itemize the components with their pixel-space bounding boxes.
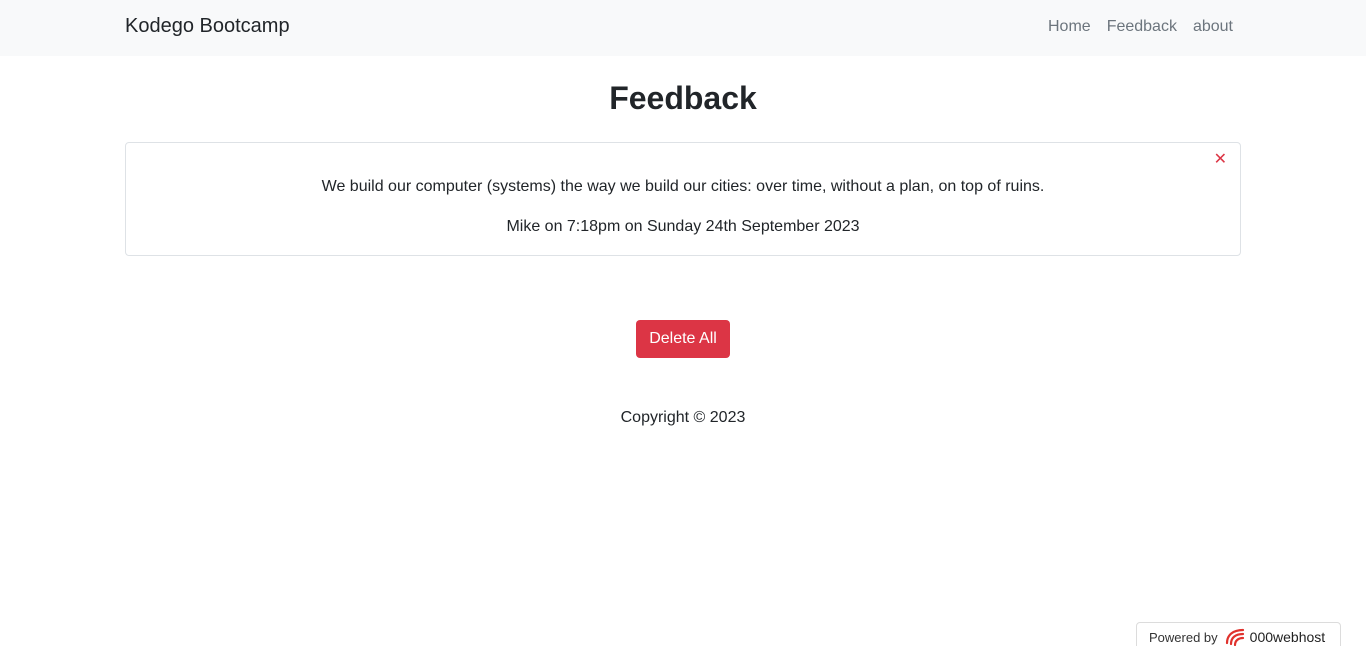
feedback-text: We build our computer (systems) the way … — [321, 178, 1045, 195]
feedback-card: ✕ We build our computer (systems) the wa… — [125, 142, 1241, 256]
delete-feedback-close-icon[interactable]: ✕ — [1214, 150, 1227, 170]
nav-links: Home Feedback about — [1048, 18, 1233, 36]
brand-link[interactable]: Kodego Bootcamp — [125, 15, 290, 38]
footer-copyright: Copyright © 2023 — [620, 409, 746, 426]
feedback-meta: Mike on 7:18pm on Sunday 24th September … — [506, 218, 860, 235]
delete-all-button[interactable]: Delete All — [636, 320, 730, 358]
nav-link-feedback[interactable]: Feedback — [1107, 18, 1177, 36]
nav-link-home[interactable]: Home — [1048, 18, 1091, 36]
navbar: Kodego Bootcamp Home Feedback about — [0, 0, 1366, 56]
nav-link-about[interactable]: about — [1193, 18, 1233, 36]
webhost-name: 000webhost — [1249, 629, 1326, 645]
webhost-logo-icon — [1224, 627, 1246, 646]
page-title: Feedback — [609, 80, 757, 116]
powered-by-badge[interactable]: Powered by 000webhost — [1136, 622, 1341, 646]
powered-by-label: Powered by — [1149, 629, 1218, 645]
